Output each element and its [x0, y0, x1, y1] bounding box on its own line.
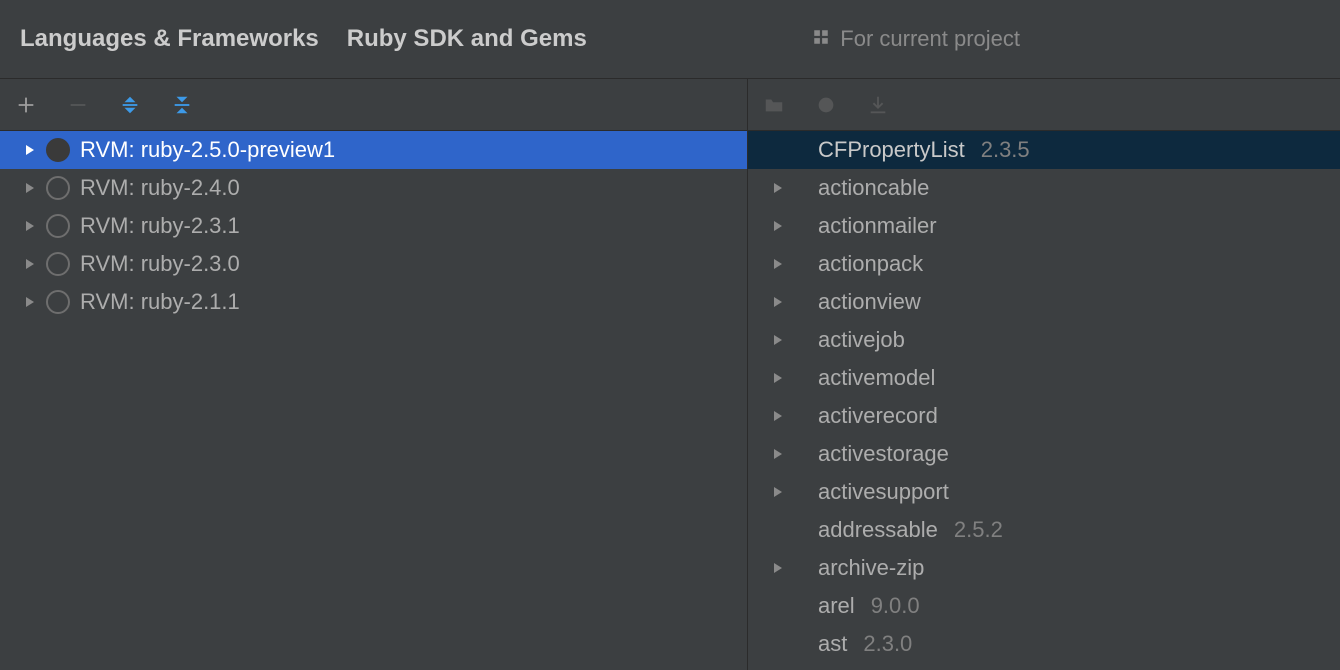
- breadcrumb-page: Ruby SDK and Gems: [347, 25, 587, 53]
- gem-row[interactable]: ast 2.3.0: [748, 625, 1340, 663]
- gem-toolbar: [748, 79, 1340, 131]
- open-gem-folder-button[interactable]: [760, 91, 788, 119]
- gem-version: 9.0.0: [871, 593, 920, 619]
- sdk-list: RVM: ruby-2.5.0-preview1 RVM: ruby-2.4.0 R…: [0, 131, 747, 670]
- gem-row[interactable]: activestorage: [748, 435, 1340, 473]
- gem-name: actioncable: [818, 175, 929, 201]
- sdk-name: RVM: ruby-2.4.0: [80, 175, 240, 201]
- sdk-radio-icon[interactable]: [46, 290, 70, 314]
- gem-name: activemodel: [818, 365, 935, 391]
- breadcrumb: Languages & Frameworks Ruby SDK and Gems: [20, 25, 792, 53]
- expand-icon[interactable]: [24, 296, 36, 308]
- breadcrumb-section[interactable]: Languages & Frameworks: [20, 25, 319, 53]
- expand-icon[interactable]: [772, 334, 784, 346]
- settings-body: RVM: ruby-2.5.0-preview1 RVM: ruby-2.4.0 R…: [0, 78, 1340, 670]
- expand-icon[interactable]: [772, 372, 784, 384]
- project-scope-icon: [812, 26, 830, 52]
- gem-name: activesupport: [818, 479, 949, 505]
- sdk-radio-icon[interactable]: [46, 214, 70, 238]
- add-sdk-button[interactable]: [12, 91, 40, 119]
- sdk-panel: RVM: ruby-2.5.0-preview1 RVM: ruby-2.4.0 R…: [0, 79, 748, 670]
- sdk-radio-icon[interactable]: [46, 138, 70, 162]
- gem-row[interactable]: actioncable: [748, 169, 1340, 207]
- gem-panel: CFPropertyList 2.3.5 actioncable actionmail…: [748, 79, 1340, 670]
- gem-status-icon: [812, 91, 840, 119]
- gem-name: CFPropertyList: [818, 137, 965, 163]
- gem-name: addressable: [818, 517, 938, 543]
- expand-icon[interactable]: [772, 562, 784, 574]
- gem-name: ast: [818, 631, 847, 657]
- sdk-row[interactable]: RVM: ruby-2.4.0: [0, 169, 747, 207]
- expand-icon[interactable]: [772, 448, 784, 460]
- gem-row[interactable]: CFPropertyList 2.3.5: [748, 131, 1340, 169]
- collapse-all-button[interactable]: [168, 91, 196, 119]
- expand-icon[interactable]: [772, 220, 784, 232]
- gem-row[interactable]: actionview: [748, 283, 1340, 321]
- gem-row[interactable]: activesupport: [748, 473, 1340, 511]
- gem-row[interactable]: activejob: [748, 321, 1340, 359]
- sdk-radio-icon[interactable]: [46, 176, 70, 200]
- gem-name: arel: [818, 593, 855, 619]
- expand-icon[interactable]: [24, 220, 36, 232]
- gem-name: activerecord: [818, 403, 938, 429]
- expand-icon[interactable]: [24, 182, 36, 194]
- expand-icon[interactable]: [772, 296, 784, 308]
- gem-name: activejob: [818, 327, 905, 353]
- sdk-radio-icon[interactable]: [46, 252, 70, 276]
- gem-version: 2.5.2: [954, 517, 1003, 543]
- sdk-name: RVM: ruby-2.3.0: [80, 251, 240, 277]
- gem-list: CFPropertyList 2.3.5 actioncable actionmail…: [748, 131, 1340, 670]
- sdk-name: RVM: ruby-2.1.1: [80, 289, 240, 315]
- sdk-row[interactable]: RVM: ruby-2.1.1: [0, 283, 747, 321]
- gem-version: 2.3.0: [863, 631, 912, 657]
- expand-icon[interactable]: [772, 410, 784, 422]
- remove-sdk-button[interactable]: [64, 91, 92, 119]
- expand-all-button[interactable]: [116, 91, 144, 119]
- sdk-row[interactable]: RVM: ruby-2.5.0-preview1: [0, 131, 747, 169]
- gem-name: archive-zip: [818, 555, 924, 581]
- expand-icon[interactable]: [24, 258, 36, 270]
- gem-row[interactable]: activerecord: [748, 397, 1340, 435]
- sdk-row[interactable]: RVM: ruby-2.3.1: [0, 207, 747, 245]
- gem-name: actionpack: [818, 251, 923, 277]
- expand-icon[interactable]: [772, 486, 784, 498]
- sdk-row[interactable]: RVM: ruby-2.3.0: [0, 245, 747, 283]
- scope-label: For current project: [840, 26, 1020, 52]
- gem-row[interactable]: actionmailer: [748, 207, 1340, 245]
- gem-row[interactable]: activemodel: [748, 359, 1340, 397]
- expand-icon[interactable]: [24, 144, 36, 156]
- settings-header: Languages & Frameworks Ruby SDK and Gems…: [0, 0, 1340, 78]
- gem-name: actionmailer: [818, 213, 937, 239]
- download-gem-button[interactable]: [864, 91, 892, 119]
- gem-row[interactable]: addressable 2.5.2: [748, 511, 1340, 549]
- sdk-name: RVM: ruby-2.3.1: [80, 213, 240, 239]
- gem-row[interactable]: archive-zip: [748, 549, 1340, 587]
- gem-name: activestorage: [818, 441, 949, 467]
- gem-row[interactable]: actionpack: [748, 245, 1340, 283]
- expand-icon[interactable]: [772, 182, 784, 194]
- gem-row[interactable]: arel 9.0.0: [748, 587, 1340, 625]
- scope-badge: For current project: [812, 26, 1020, 52]
- expand-icon[interactable]: [772, 258, 784, 270]
- sdk-toolbar: [0, 79, 747, 131]
- sdk-name: RVM: ruby-2.5.0-preview1: [80, 137, 335, 163]
- gem-version: 2.3.5: [981, 137, 1030, 163]
- gem-name: actionview: [818, 289, 921, 315]
